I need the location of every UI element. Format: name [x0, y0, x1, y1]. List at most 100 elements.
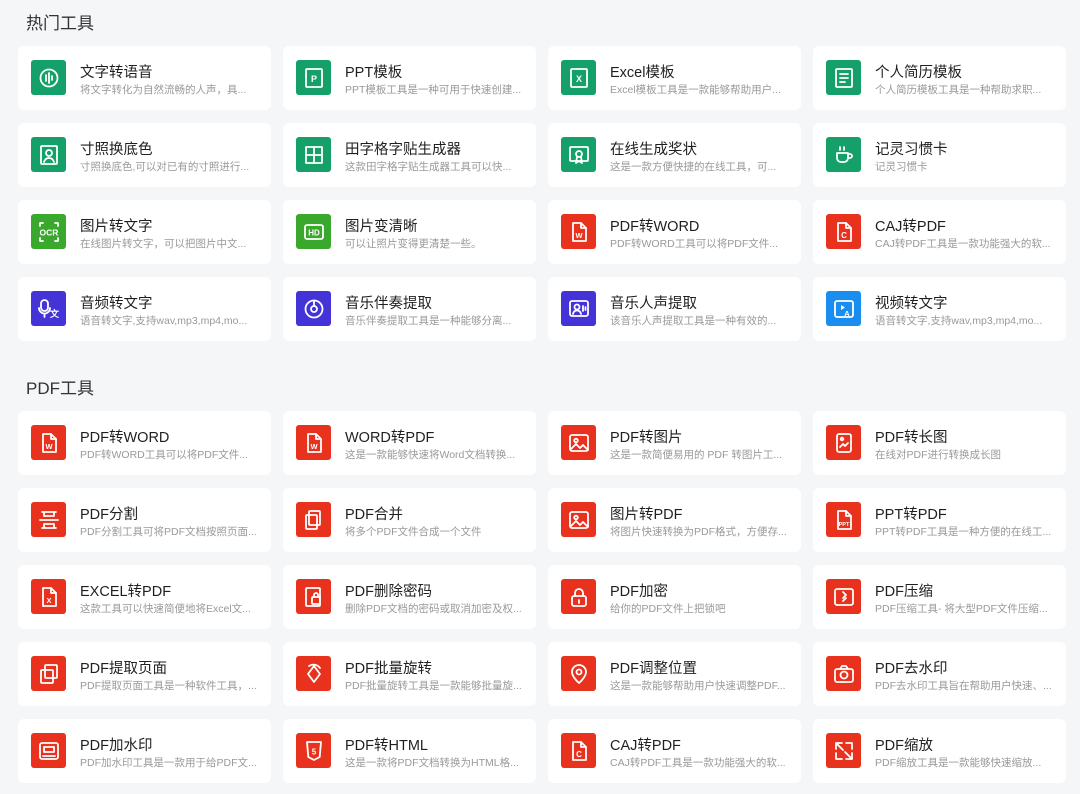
tool-card[interactable]: 文 音频转文字语音转文字,支持wav,mp3,mp4,mo...: [18, 277, 271, 341]
tool-title: PDF转图片: [610, 430, 683, 446]
tool-card[interactable]: PDF分割 PDF分割工具可将PDF文档按照页面...: [18, 488, 271, 552]
split-icon: [31, 502, 66, 537]
tool-description: PDF加水印工具是一款用于给PDF文...: [80, 757, 257, 769]
tool-card[interactable]: PDF调整位置这是一款能够帮助用户快速调整PDF...: [548, 642, 801, 706]
tool-card[interactable]: PPT PPT转PDF PPT转PDF工具是一种方便的在线工...: [813, 488, 1066, 552]
tool-card[interactable]: C CAJ转PDF CAJ转PDF工具是一款功能强大的软...: [548, 719, 801, 783]
tool-card[interactable]: 个人简历模板 个人简历模板工具是一种帮助求职...: [813, 46, 1066, 110]
tool-card[interactable]: PDF压缩 PDF压缩工具- 将大型PDF文件压缩...: [813, 565, 1066, 629]
camera-icon: [826, 656, 861, 691]
tool-title: WORD转PDF: [345, 430, 435, 446]
caj-icon: C: [561, 733, 596, 768]
certificate-icon: [561, 137, 596, 172]
tool-title: PDF压缩: [875, 584, 933, 600]
tool-card[interactable]: 图片转PDF 将图片快速转换为PDF格式，方便存...: [548, 488, 801, 552]
tool-card[interactable]: 记灵习惯卡 记灵习惯卡: [813, 123, 1066, 187]
tool-card[interactable]: X Excel模板 Excel模板工具是一款能够帮助用户...: [548, 46, 801, 110]
tool-title: PDF批量旋转: [345, 661, 432, 677]
tool-title: 文字转语音: [80, 65, 153, 81]
tool-card[interactable]: W PDF转WORD PDF转WORD工具可以将PDF文件...: [548, 200, 801, 264]
tool-card[interactable]: PDF提取页面 PDF提取页面工具是一种软件工具，...: [18, 642, 271, 706]
tool-card[interactable]: PDF加水印 PDF加水印工具是一款用于给PDF文...: [18, 719, 271, 783]
svg-text:X: X: [46, 596, 51, 605]
tool-description: PDF去水印工具旨在帮助用户快速、...: [875, 680, 1052, 692]
tool-card[interactable]: OCR 图片转文字 在线图片转文字，可以把图片中文...: [18, 200, 271, 264]
svg-text:HD: HD: [308, 228, 320, 237]
tool-description: 这是一款方便快捷的在线工具，可...: [610, 161, 777, 173]
hd-icon: HD: [296, 214, 331, 249]
image-icon: [561, 425, 596, 460]
tool-card[interactable]: C CAJ转PDF CAJ转PDF工具是一款功能强大的软...: [813, 200, 1066, 264]
ppt-icon: P: [296, 60, 331, 95]
tool-title: PDF去水印: [875, 661, 948, 677]
tool-title: Excel模板: [610, 65, 675, 81]
tool-card[interactable]: 在线生成奖状 这是一款方便快捷的在线工具，可...: [548, 123, 801, 187]
tool-card[interactable]: A 视频转文字 语音转文字,支持wav,mp3,mp4,mo...: [813, 277, 1066, 341]
tool-title: PDF转WORD: [80, 430, 170, 446]
tool-card[interactable]: HD 图片变清晰 可以让照片变得更清楚一些。: [283, 200, 536, 264]
tool-title: 田字格字贴生成器: [345, 142, 461, 158]
tool-description: 语音转文字,支持wav,mp3,mp4,mo...: [875, 315, 1043, 327]
html5-icon: 5: [296, 733, 331, 768]
music-disc-icon: [296, 291, 331, 326]
watermark-icon: [31, 733, 66, 768]
tool-card[interactable]: PDF合并 将多个PDF文件合成一个文件: [283, 488, 536, 552]
unlock-doc-icon: [296, 579, 331, 614]
tool-card[interactable]: PDF去水印 PDF去水印工具旨在帮助用户快速、...: [813, 642, 1066, 706]
tool-card[interactable]: PDF转图片 这是一款简便易用的 PDF 转图片工...: [548, 411, 801, 475]
tool-card[interactable]: 田字格字贴生成器 这款田字格字贴生成器工具可以快...: [283, 123, 536, 187]
tool-card[interactable]: W WORD转PDF 这是一款能够快速将Word文档转换...: [283, 411, 536, 475]
ocr-icon: OCR: [31, 214, 66, 249]
merge-icon: [296, 502, 331, 537]
tool-title: PDF调整位置: [610, 661, 697, 677]
tool-card[interactable]: PDF删除密码删除PDF文档的密码或取消加密及权...: [283, 565, 536, 629]
tool-description: PDF压缩工具- 将大型PDF文件压缩...: [875, 603, 1048, 615]
tool-card[interactable]: W PDF转WORD PDF转WORD工具可以将PDF文件...: [18, 411, 271, 475]
tool-card[interactable]: 5 PDF转HTML 这是一款将PDF文档转换为HTML格...: [283, 719, 536, 783]
tool-description: PDF转WORD工具可以将PDF文件...: [610, 238, 778, 250]
tool-description: 这是一款能够快速将Word文档转换...: [345, 449, 516, 461]
tool-title: PDF删除密码: [345, 584, 432, 600]
tool-description: 这是一款将PDF文档转换为HTML格...: [345, 757, 519, 769]
svg-text:C: C: [576, 750, 582, 759]
tool-card[interactable]: P PPT模板 PPT模板工具是一种可用于快速创建...: [283, 46, 536, 110]
section-title: PDF工具: [26, 379, 94, 398]
tool-card[interactable]: PDF转长图 在线对PDF进行转换成长图: [813, 411, 1066, 475]
tool-description: 将图片快速转换为PDF格式，方便存...: [610, 526, 787, 538]
tool-card[interactable]: PDF加密 给你的PDF文件上把锁吧: [548, 565, 801, 629]
tool-description: 删除PDF文档的密码或取消加密及权...: [345, 603, 522, 615]
tool-title: 寸照换底色: [80, 142, 153, 158]
portrait-icon: [31, 137, 66, 172]
tool-card[interactable]: 音乐人声提取 该音乐人声提取工具是一种有效的...: [548, 277, 801, 341]
extract-pages-icon: [31, 656, 66, 691]
tool-card[interactable]: 寸照换底色 寸照换底色,可以对已有的寸照进行...: [18, 123, 271, 187]
tool-title: PDF转HTML: [345, 738, 428, 754]
tool-description: 给你的PDF文件上把锁吧: [610, 603, 726, 615]
svg-text:C: C: [841, 231, 847, 240]
video-text-icon: A: [826, 291, 861, 326]
tool-description: 个人简历模板工具是一种帮助求职...: [875, 84, 1042, 96]
tool-title: 音频转文字: [80, 296, 153, 312]
excel-icon: X: [561, 60, 596, 95]
tool-title: 音乐伴奏提取: [345, 296, 432, 312]
tool-card[interactable]: 文字转语音将文字转化为自然流畅的人声，具...: [18, 46, 271, 110]
tool-description: 音乐伴奏提取工具是一种能够分离...: [345, 315, 512, 327]
tool-description: 在线对PDF进行转换成长图: [875, 449, 1001, 461]
tool-card[interactable]: X EXCEL转PDF 这款工具可以快速简便地将Excel文...: [18, 565, 271, 629]
tool-description: 将文字转化为自然流畅的人声，具...: [80, 84, 247, 96]
tool-description: 语音转文字,支持wav,mp3,mp4,mo...: [80, 315, 248, 327]
audio-text-icon: 文: [31, 291, 66, 326]
svg-text:W: W: [575, 231, 583, 240]
tool-card[interactable]: 音乐伴奏提取音乐伴奏提取工具是一种能够分离...: [283, 277, 536, 341]
word-doc-icon: W: [561, 214, 596, 249]
voice-wave-icon: [31, 60, 66, 95]
tool-description: 这是一款能够帮助用户快速调整PDF...: [610, 680, 786, 692]
tool-description: 可以让照片变得更清楚一些。: [345, 238, 482, 250]
svg-text:X: X: [575, 74, 581, 84]
lock-icon: [561, 579, 596, 614]
tool-card[interactable]: PDF批量旋转 PDF批量旋转工具是一款能够批量旋...: [283, 642, 536, 706]
tool-card[interactable]: PDF缩放 PDF缩放工具是一款能够快速缩放...: [813, 719, 1066, 783]
svg-text:A: A: [844, 309, 850, 318]
tool-description: 将多个PDF文件合成一个文件: [345, 526, 482, 538]
tool-title: PDF提取页面: [80, 661, 167, 677]
